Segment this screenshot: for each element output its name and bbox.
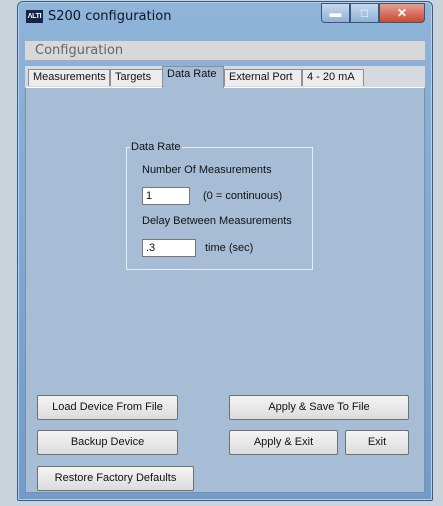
delay-hint: time (sec): [205, 242, 254, 254]
num-measurements-input[interactable]: [142, 187, 190, 205]
tab-data-rate[interactable]: Data Rate: [162, 66, 224, 88]
tab-4-20-ma[interactable]: 4 - 20 mA: [302, 69, 364, 86]
data-rate-group-title: Data Rate: [131, 141, 181, 153]
tab-strip: Measurements Targets Data Rate External …: [25, 66, 425, 88]
caption-buttons: ▬ □ ✕: [321, 3, 425, 23]
menu-bar: Configuration: [25, 41, 425, 61]
maximize-button[interactable]: □: [350, 3, 379, 23]
config-window: ΛLTI S200 configuration ▬ □ ✕ Configurat…: [17, 1, 433, 501]
menu-configuration[interactable]: Configuration: [35, 43, 123, 58]
minimize-button[interactable]: ▬: [321, 3, 350, 23]
delay-label: Delay Between Measurements: [142, 215, 292, 227]
apply-and-exit-button[interactable]: Apply & Exit: [229, 430, 338, 455]
load-device-from-file-button[interactable]: Load Device From File: [37, 395, 178, 420]
delay-input[interactable]: [142, 239, 196, 257]
app-logo-icon: ΛLTI: [26, 10, 43, 23]
exit-button[interactable]: Exit: [345, 430, 409, 455]
tab-measurements[interactable]: Measurements: [28, 69, 110, 86]
title-bar[interactable]: ΛLTI S200 configuration ▬ □ ✕: [18, 2, 432, 33]
num-measurements-label: Number Of Measurements: [142, 164, 272, 176]
apply-and-save-to-file-button[interactable]: Apply & Save To File: [229, 395, 409, 420]
tab-targets[interactable]: Targets: [110, 69, 163, 86]
num-measurements-hint: (0 = continuous): [203, 190, 283, 202]
close-button[interactable]: ✕: [379, 3, 425, 23]
restore-factory-defaults-button[interactable]: Restore Factory Defaults: [37, 466, 194, 491]
backup-device-button[interactable]: Backup Device: [37, 430, 178, 455]
window-title: S200 configuration: [48, 9, 172, 24]
tab-external-port[interactable]: External Port: [224, 69, 302, 86]
data-rate-panel: Data Rate Number Of Measurements (0 = co…: [25, 87, 425, 493]
data-rate-group: Data Rate Number Of Measurements (0 = co…: [126, 141, 313, 270]
